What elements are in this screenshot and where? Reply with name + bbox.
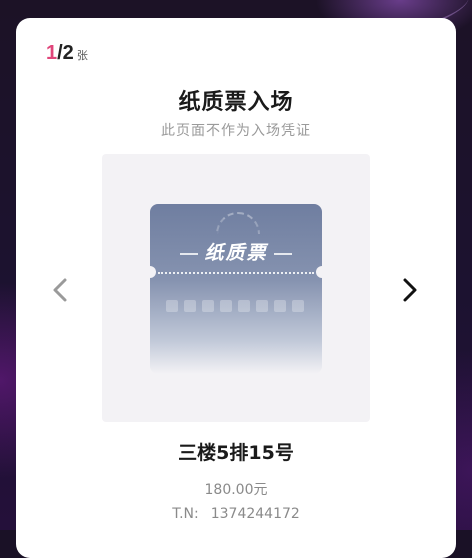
ticket-notch-right (316, 266, 322, 278)
ticket-number-label: T.N: (172, 506, 199, 522)
counter-current: 1 (46, 42, 58, 64)
seat-shape (184, 300, 196, 312)
seat-shape (238, 300, 250, 312)
ticket-card: 1 /2 张 纸质票入场 此页面不作为入场凭证 纸质票 三楼5排15号 180.… (16, 18, 456, 558)
ticket-price: 180.00元 (204, 482, 268, 498)
ticket-label-line-left (180, 252, 199, 255)
ticket-perforation (158, 272, 314, 274)
chevron-left-icon (53, 278, 67, 302)
chevron-right-icon (403, 278, 417, 302)
seat-shape (256, 300, 268, 312)
ticket-label-line-right (273, 252, 292, 255)
paper-ticket-image: 纸质票 (150, 204, 322, 374)
counter-total: /2 (57, 42, 74, 64)
page-title: 纸质票入场 (178, 90, 294, 115)
ticket-decoration (216, 212, 260, 234)
prev-ticket-button[interactable] (48, 274, 72, 306)
ticket-image-frame: 纸质票 (102, 154, 370, 422)
seat-shape (274, 300, 286, 312)
ticket-counter: 1 /2 张 (46, 42, 88, 65)
seat-info: 三楼5排15号 (178, 442, 294, 464)
ticket-image-label: 纸质票 (204, 242, 268, 264)
seat-shape (220, 300, 232, 312)
ticket-notch-left (150, 266, 156, 278)
seat-shape (292, 300, 304, 312)
ticket-seat-row (166, 300, 304, 312)
next-ticket-button[interactable] (398, 274, 422, 306)
counter-unit: 张 (76, 50, 88, 62)
seat-shape (202, 300, 214, 312)
ticket-number: T.N: 1374244172 (16, 506, 456, 522)
page-subtitle: 此页面不作为入场凭证 (161, 123, 311, 139)
ticket-number-value: 1374244172 (210, 506, 300, 522)
seat-shape (166, 300, 178, 312)
